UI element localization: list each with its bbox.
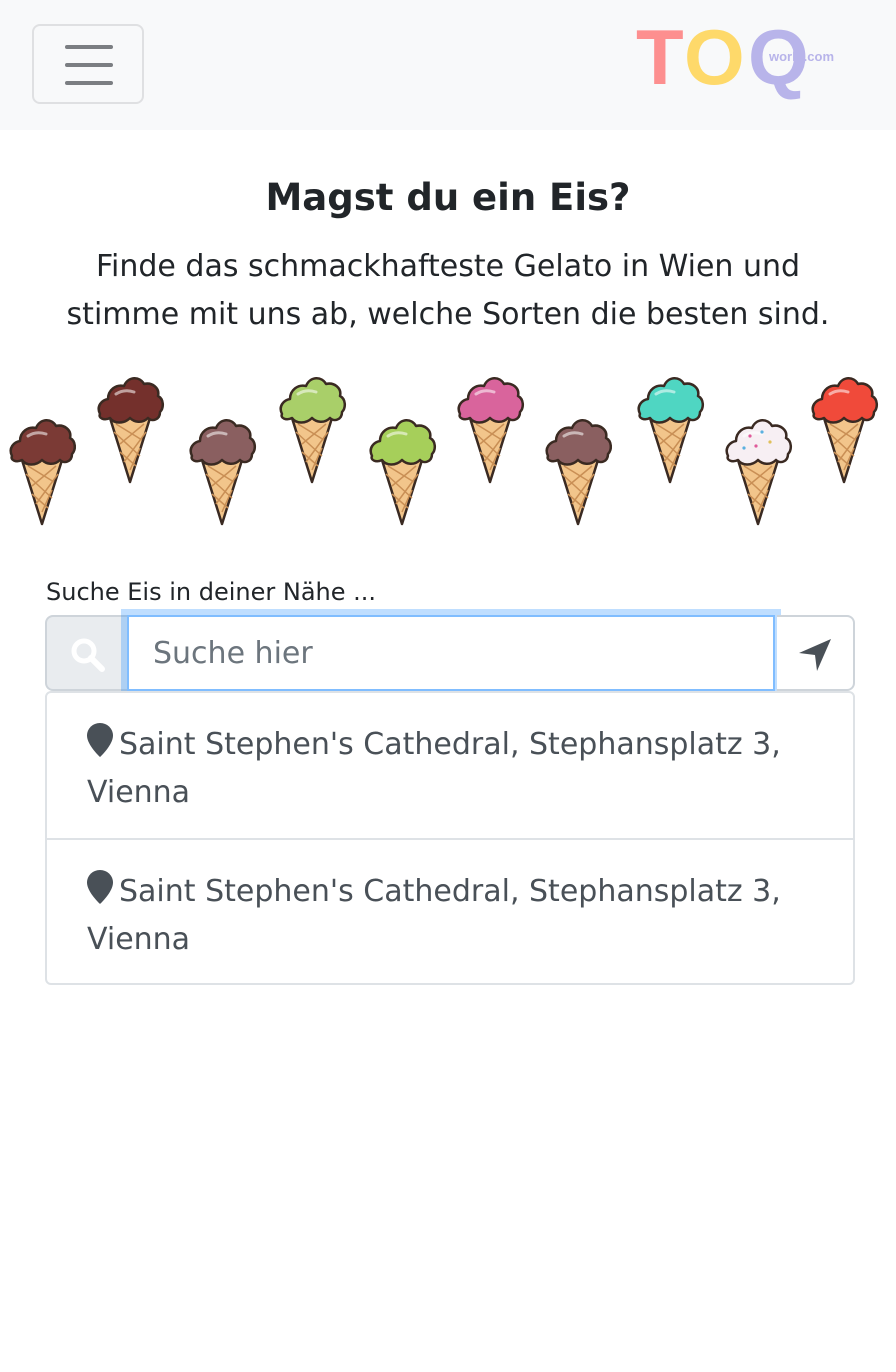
search-result-text: Saint Stephen's Cathedral, Stephansplatz… [87, 727, 781, 810]
ice-cream-cone-icon [366, 408, 438, 526]
ice-cream-cone-icon [542, 408, 614, 526]
location-arrow-icon [799, 639, 831, 671]
brand-logo-t: T [636, 16, 684, 101]
navbar: T O Q world.com [0, 0, 896, 130]
ice-cream-cone-icon [94, 366, 166, 484]
ice-cream-cone-icon [276, 366, 348, 484]
navbar-toggle-button[interactable] [32, 24, 144, 104]
hamburger-icon [65, 45, 113, 49]
map-marker-icon [87, 870, 113, 904]
map-marker-icon [87, 723, 113, 757]
hamburger-icon-bar [65, 81, 113, 85]
search-result-item[interactable]: Saint Stephen's Cathedral, Stephansplatz… [47, 838, 853, 983]
brand-logo-o: O [684, 16, 745, 101]
search-results-list: Saint Stephen's Cathedral, Stephansplatz… [45, 691, 855, 985]
search-group [45, 615, 855, 691]
search-result-text: Saint Stephen's Cathedral, Stephansplatz… [87, 874, 781, 957]
ice-cream-cone-icon [186, 408, 258, 526]
brand-logo[interactable]: T O Q world.com [636, 16, 846, 106]
search-icon [71, 638, 105, 672]
hamburger-icon-bar [65, 63, 113, 67]
page-title: Magst du ein Eis? [265, 176, 631, 219]
ice-cream-cone-icon [454, 366, 526, 484]
search-addon [45, 615, 129, 691]
search-label: Suche Eis in deiner Nähe ... [46, 578, 377, 606]
ice-cream-cone-icon [808, 366, 880, 484]
brand-logo-small: world.com [768, 49, 834, 64]
ice-cream-cone-icon [6, 408, 78, 526]
ice-cream-cone-icon [722, 408, 794, 526]
ice-cream-row [0, 360, 896, 526]
page-lead-text: Finde das schmackhafteste Gelato in Wien… [66, 249, 830, 332]
locate-me-button[interactable] [777, 615, 855, 691]
search-result-item[interactable]: Saint Stephen's Cathedral, Stephansplatz… [47, 693, 853, 838]
ice-cream-cone-icon [634, 366, 706, 484]
search-input[interactable] [127, 615, 775, 691]
